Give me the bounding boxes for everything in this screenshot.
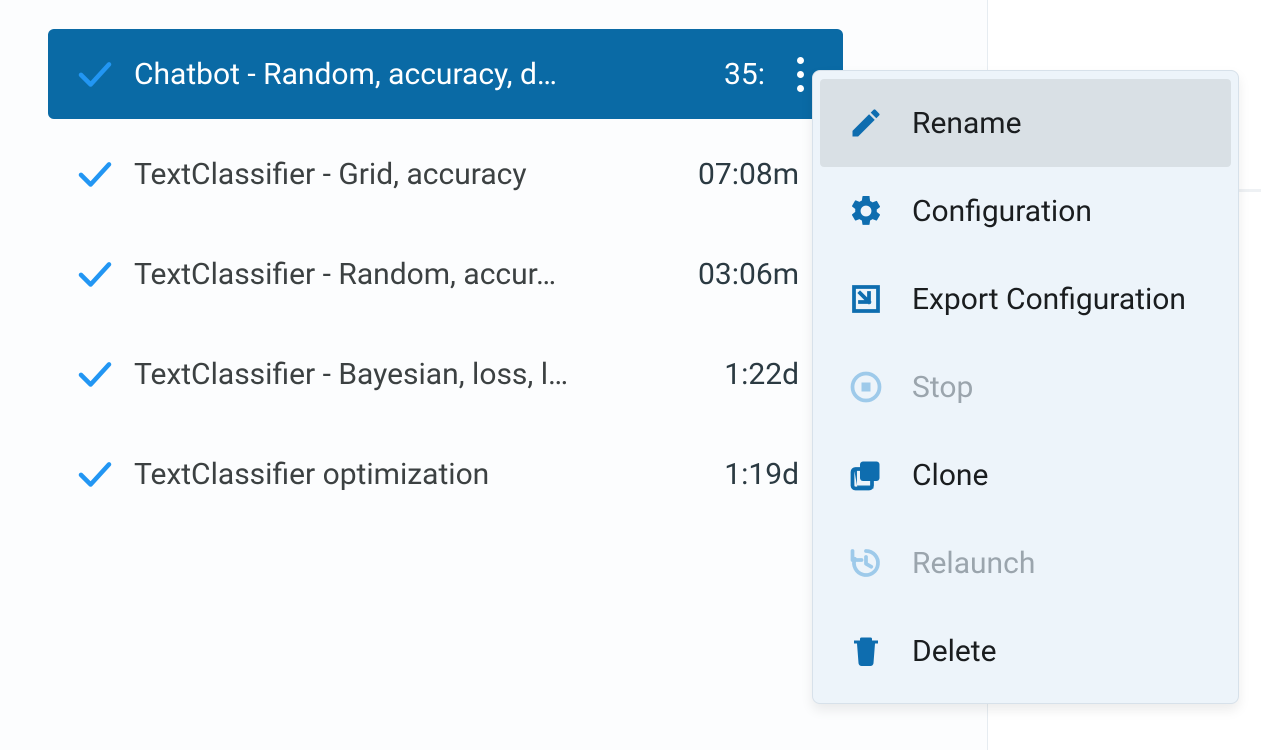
menu-item-configuration[interactable]: Configuration	[820, 167, 1231, 255]
check-icon	[74, 453, 134, 495]
pencil-icon	[848, 105, 912, 141]
menu-label: Clone	[912, 458, 988, 493]
list-item[interactable]: TextClassifier - Random, accur… 03:06m	[48, 229, 843, 319]
menu-label: Export Configuration	[912, 282, 1186, 317]
export-icon	[848, 281, 912, 317]
history-icon	[848, 545, 912, 581]
list-item-label: Chatbot - Random, accuracy, d…	[134, 57, 663, 92]
menu-item-clone[interactable]: Clone	[820, 431, 1231, 519]
list-item-time: 07:08m	[697, 157, 817, 192]
list-item-time: 35:	[663, 57, 783, 92]
menu-item-rename[interactable]: Rename	[820, 79, 1231, 167]
experiments-list: Chatbot - Random, accuracy, d… 35: TextC…	[0, 0, 843, 519]
list-item[interactable]: TextClassifier optimization 1:19d	[48, 429, 843, 519]
menu-label: Delete	[912, 634, 997, 669]
clone-icon	[848, 457, 912, 493]
list-item-label: TextClassifier - Random, accur…	[134, 257, 697, 292]
list-item[interactable]: TextClassifier - Bayesian, loss, l… 1:22…	[48, 329, 843, 419]
menu-item-delete[interactable]: Delete	[820, 607, 1231, 695]
check-icon	[74, 153, 134, 195]
menu-label: Relaunch	[912, 546, 1035, 581]
menu-item-export-configuration[interactable]: Export Configuration	[820, 255, 1231, 343]
list-item[interactable]: TextClassifier - Grid, accuracy 07:08m	[48, 129, 843, 219]
list-item-time: 1:22d	[697, 357, 817, 392]
trash-icon	[848, 633, 912, 669]
list-item-selected[interactable]: Chatbot - Random, accuracy, d… 35:	[48, 29, 843, 119]
list-item-time: 1:19d	[697, 457, 817, 492]
menu-label: Configuration	[912, 194, 1092, 229]
menu-label: Stop	[912, 370, 973, 405]
menu-item-stop: Stop	[820, 343, 1231, 431]
context-menu: Rename Configuration Export Configuratio…	[812, 70, 1239, 704]
gear-icon	[848, 193, 912, 229]
check-icon	[74, 253, 134, 295]
check-icon	[74, 353, 134, 395]
list-item-label: TextClassifier optimization	[134, 457, 697, 492]
list-item-time: 03:06m	[697, 257, 817, 292]
list-item-label: TextClassifier - Grid, accuracy	[134, 157, 697, 192]
stop-icon	[848, 369, 912, 405]
check-icon	[74, 53, 134, 95]
list-item-label: TextClassifier - Bayesian, loss, l…	[134, 357, 697, 392]
menu-label: Rename	[912, 106, 1022, 141]
menu-item-relaunch: Relaunch	[820, 519, 1231, 607]
